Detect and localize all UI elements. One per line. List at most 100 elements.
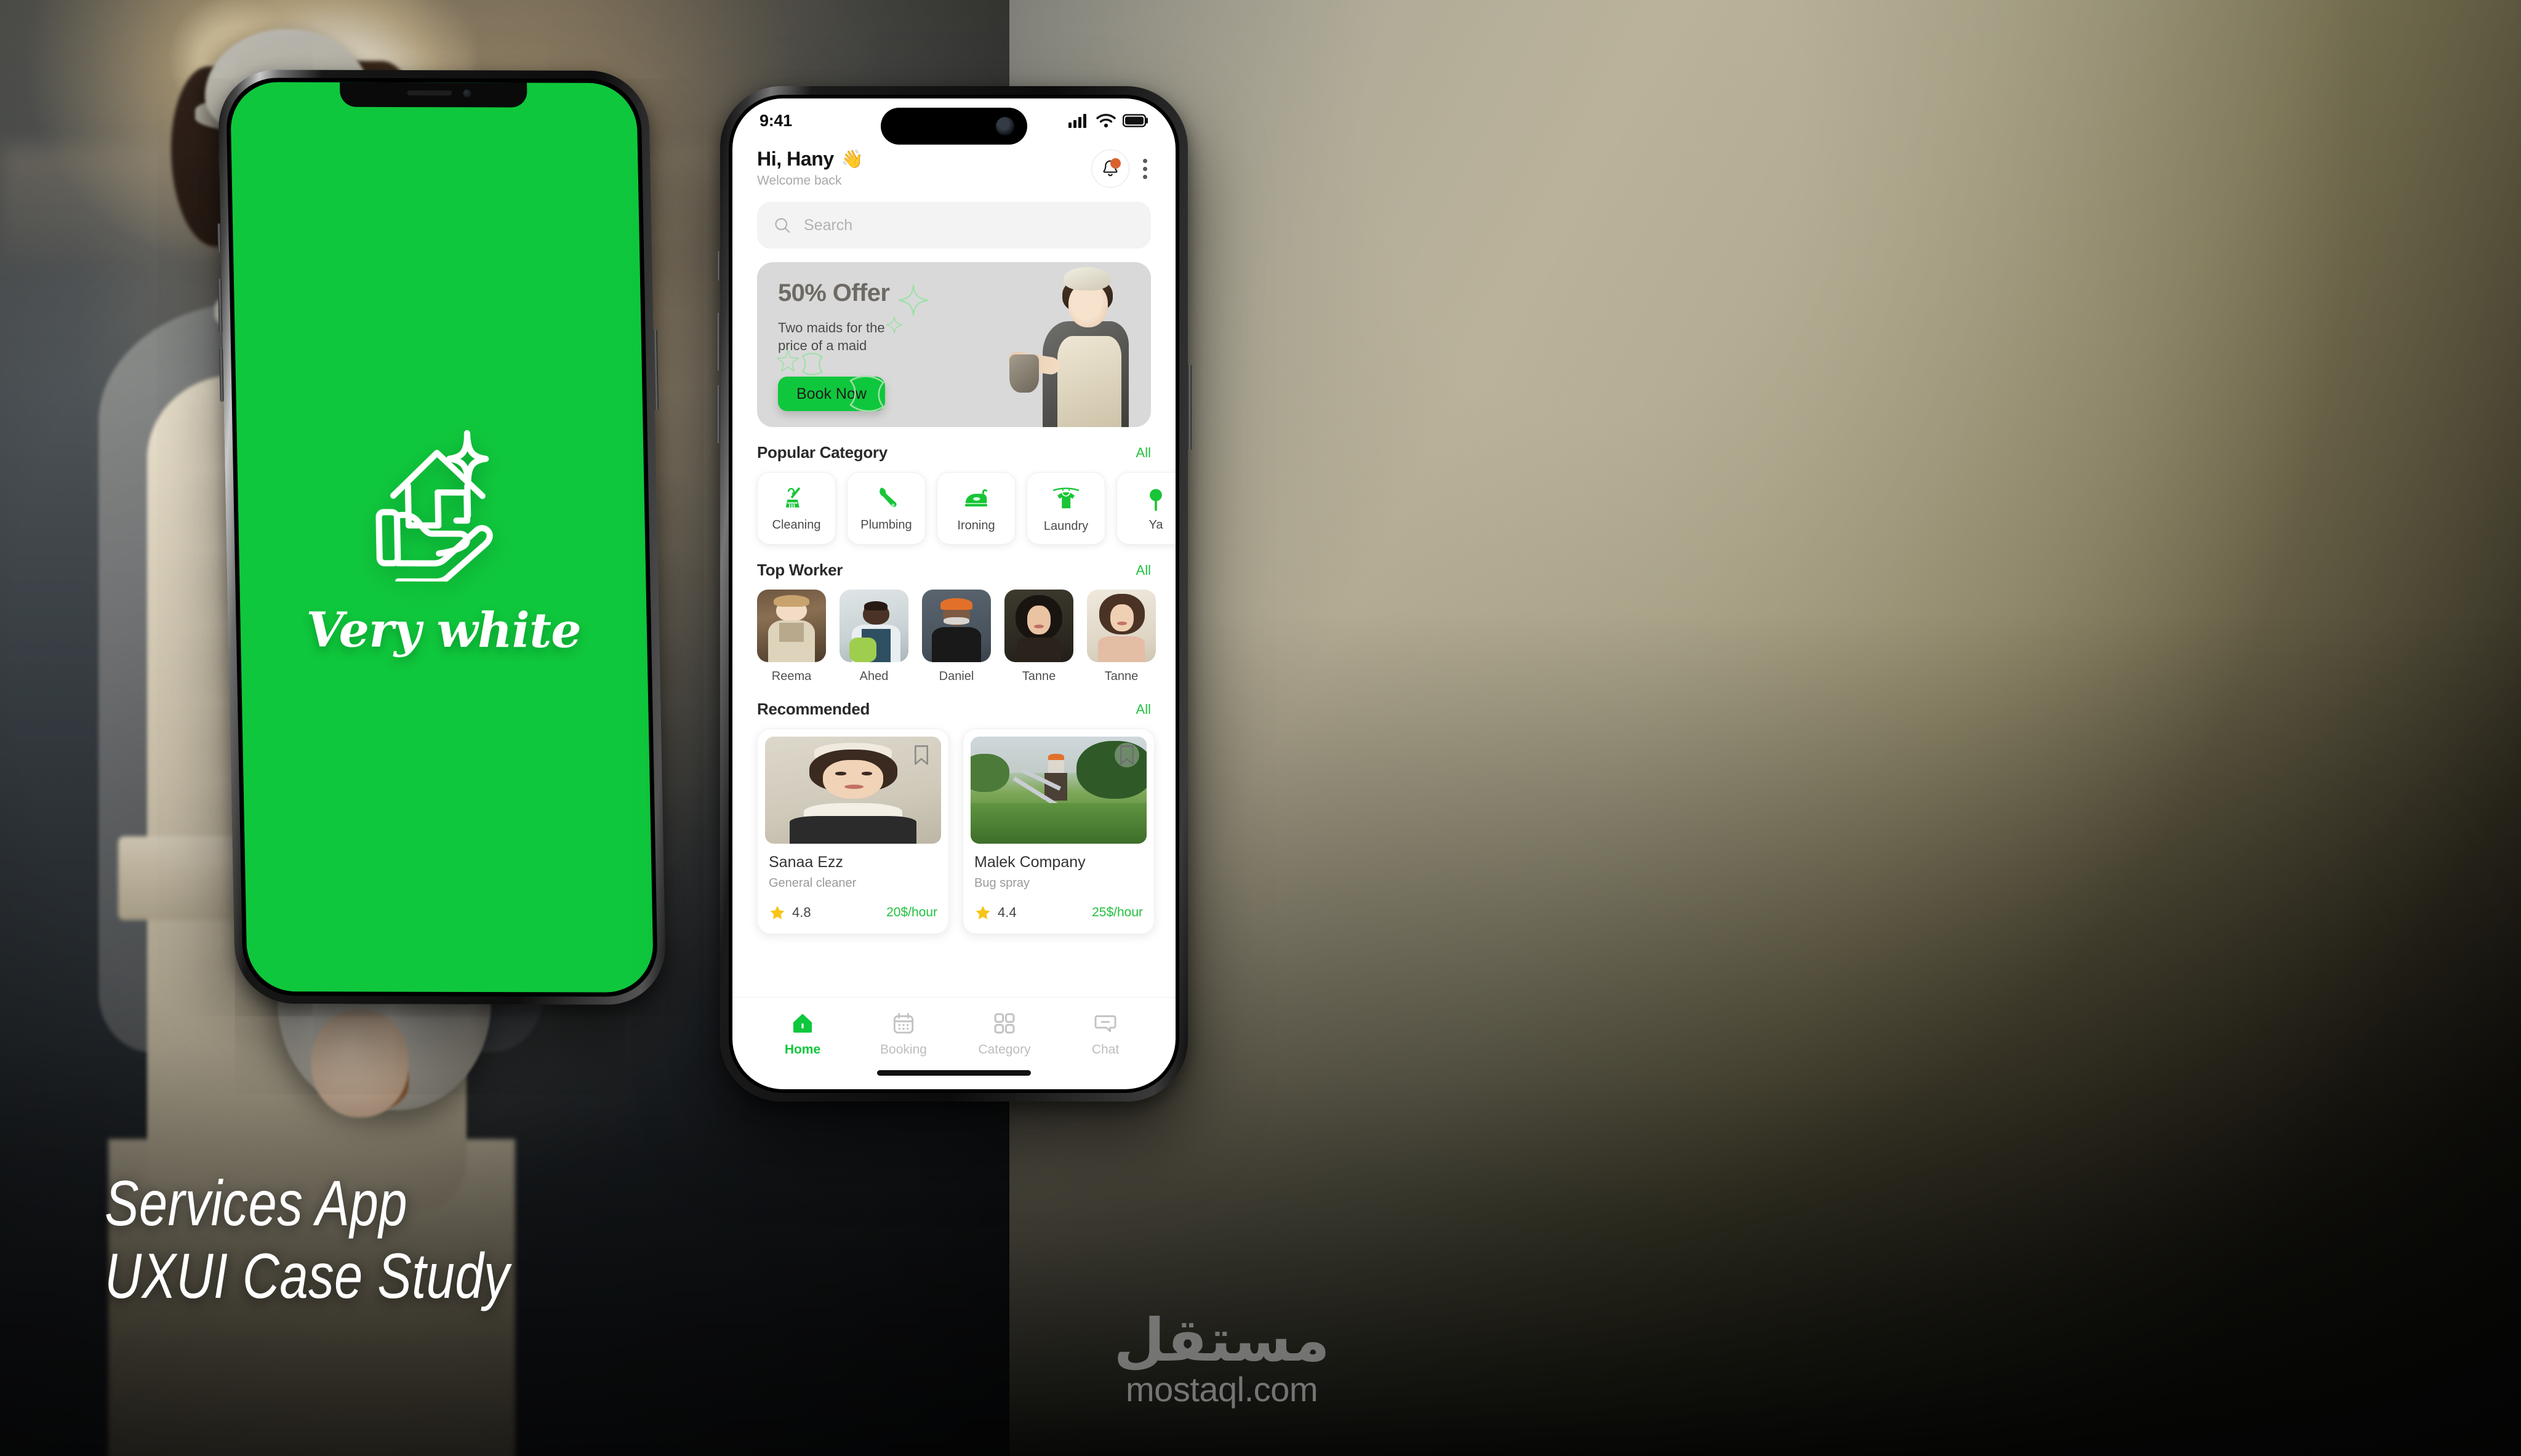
calendar-icon	[893, 1013, 914, 1034]
volume-down-button[interactable]	[716, 385, 720, 443]
recommended-role: General cleaner	[769, 876, 857, 890]
category-item-cleaning[interactable]: Cleaning	[757, 472, 836, 545]
splash-phone-mockup: Very white	[217, 70, 667, 1005]
recommended-card[interactable]: Malek Company Bug spray 4.4 25$/hour	[963, 729, 1155, 934]
tab-home[interactable]: Home	[756, 1011, 849, 1057]
category-item-ironing[interactable]: Ironing	[937, 472, 1016, 545]
volume-down-button[interactable]	[219, 348, 224, 402]
battery-icon	[1123, 114, 1148, 127]
signal-bars-icon	[1068, 114, 1086, 128]
recommended-image	[971, 737, 1147, 844]
rating: 4.4	[974, 904, 1017, 921]
promo-banner[interactable]: 50% Offer Two maids for the price of a m…	[757, 262, 1151, 427]
dynamic-island	[881, 108, 1027, 145]
bookmark-icon	[1120, 745, 1134, 765]
brand-name: Very white	[306, 601, 582, 659]
front-camera	[463, 89, 471, 98]
blob-outline-icon	[849, 375, 885, 412]
notification-badge	[1110, 158, 1121, 169]
worker-item[interactable]: Reema	[757, 590, 826, 684]
see-all-link[interactable]: All	[1136, 702, 1151, 718]
tab-label: Category	[978, 1042, 1031, 1057]
bookmark-button[interactable]	[1115, 743, 1139, 767]
wrench-icon	[880, 487, 897, 507]
worker-name: Reema	[771, 670, 812, 683]
category-label: Ya	[1148, 518, 1163, 532]
bookmark-icon	[915, 745, 928, 765]
tab-category[interactable]: Category	[958, 1011, 1051, 1057]
avatar	[1087, 590, 1156, 662]
hanging-shirt-icon	[1052, 487, 1080, 508]
hero-title-line1: Services App	[105, 1167, 407, 1239]
status-time: 9:41	[760, 111, 792, 130]
diamond-outline-icon	[886, 316, 902, 334]
watermark: مستقل mostaql.com	[1077, 1311, 1366, 1407]
home-indicator	[877, 1070, 1031, 1076]
category-item-plumbing[interactable]: Plumbing	[847, 472, 926, 545]
hero-title: Services App UXUI Case Study	[105, 1167, 510, 1313]
watermark-arabic: مستقل	[1113, 1306, 1330, 1375]
recommended-image	[765, 737, 941, 844]
notifications-button[interactable]	[1091, 150, 1129, 188]
notch	[339, 82, 527, 108]
worker-item[interactable]: Tanne	[1087, 590, 1156, 684]
recommended-list[interactable]: Sanaa Ezz General cleaner 4.8 20$/hour M…	[732, 719, 1176, 934]
mute-switch[interactable]	[717, 251, 720, 281]
status-bar: 9:41	[732, 98, 1176, 145]
volume-up-button[interactable]	[217, 279, 223, 334]
bottom-tab-bar[interactable]: Home Booking Category Chat	[732, 997, 1176, 1089]
worker-list[interactable]: Reema Ahed Daniel Tanne Tanne	[732, 580, 1176, 684]
see-all-link[interactable]: All	[1136, 562, 1151, 578]
three-dot-menu-icon	[1143, 158, 1147, 163]
tab-chat[interactable]: Chat	[1059, 1011, 1152, 1057]
avatar	[1004, 590, 1073, 662]
price: 20$/hour	[886, 905, 937, 919]
power-button[interactable]	[1188, 364, 1192, 450]
greeting-row: Hi, Hany 👋	[757, 148, 864, 170]
section-title: Recommended	[757, 700, 870, 718]
star-icon	[770, 906, 785, 919]
category-label: Ironing	[957, 518, 995, 532]
avatar	[922, 590, 991, 662]
worker-name: Daniel	[939, 670, 974, 683]
tab-booking[interactable]: Booking	[857, 1011, 950, 1057]
recommended-name: Sanaa Ezz	[769, 854, 843, 871]
app-home-screen: 9:41 Hi, Hany 👋 Welcome back Search 50% …	[732, 98, 1176, 1089]
category-item-laundry[interactable]: Laundry	[1027, 472, 1105, 545]
category-list[interactable]: Cleaning Plumbing Ironing Laundry Ya	[732, 462, 1176, 545]
home-icon	[793, 1014, 812, 1033]
recommended-role: Bug spray	[974, 876, 1030, 890]
recommended-name: Malek Company	[974, 854, 1086, 871]
sparkle-outline-icon	[899, 284, 928, 316]
bookmark-button[interactable]	[909, 743, 934, 767]
promo-maid-photo	[991, 262, 1151, 427]
recommended-card[interactable]: Sanaa Ezz General cleaner 4.8 20$/hour	[757, 729, 949, 934]
search-bar[interactable]: Search	[757, 202, 1151, 249]
star-icon	[976, 906, 990, 919]
greeting-text: Hi, Hany	[757, 148, 834, 170]
section-title: Top Worker	[757, 561, 843, 579]
watermark-domain: mostaql.com	[1126, 1370, 1318, 1409]
price: 25$/hour	[1092, 905, 1143, 919]
see-all-link[interactable]: All	[1136, 445, 1151, 461]
wifi-icon	[1096, 114, 1116, 128]
search-input[interactable]: Search	[804, 217, 852, 234]
category-label: Plumbing	[860, 518, 912, 532]
worker-item[interactable]: Daniel	[922, 590, 991, 684]
blob-outline-icon	[801, 353, 823, 375]
tab-label: Home	[784, 1042, 821, 1057]
worker-name: Tanne	[1022, 670, 1056, 683]
mute-switch[interactable]	[217, 223, 222, 252]
welcome-subtitle: Welcome back	[757, 174, 842, 188]
worker-item[interactable]: Ahed	[840, 590, 908, 684]
volume-up-button[interactable]	[716, 313, 720, 370]
worker-item[interactable]: Tanne	[1004, 590, 1073, 684]
worker-name: Ahed	[859, 670, 889, 683]
avatar	[840, 590, 908, 662]
more-menu-button[interactable]	[1139, 156, 1151, 182]
iron-icon	[964, 489, 988, 506]
house-sparkle-in-hand-icon	[375, 430, 493, 582]
tab-label: Booking	[880, 1042, 927, 1057]
broom-icon	[785, 487, 801, 508]
category-item-yard[interactable]: Ya	[1116, 472, 1176, 545]
